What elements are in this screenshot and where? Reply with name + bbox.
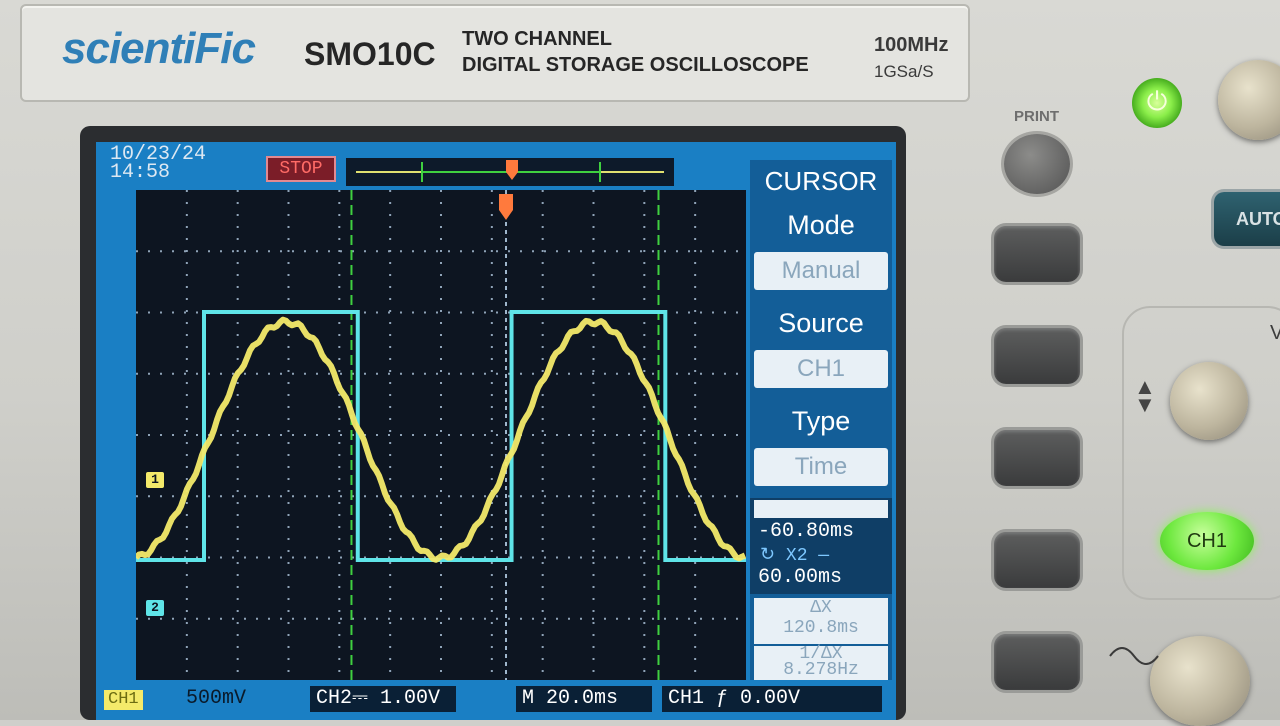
type-value[interactable]: Time bbox=[754, 448, 888, 486]
knob-icon: ↻ bbox=[760, 546, 786, 566]
timebase-value: 20.0ms bbox=[546, 687, 619, 710]
ch1-trace bbox=[136, 316, 746, 563]
menu-title: CURSOR bbox=[764, 166, 878, 196]
trigger-position-icon bbox=[499, 194, 513, 220]
menu-button-1[interactable] bbox=[994, 226, 1080, 282]
x2-row: ↻ X2 — bbox=[760, 544, 829, 566]
auto-button[interactable]: AUTO bbox=[1214, 192, 1280, 246]
delta-x-box: ΔX 120.8ms bbox=[754, 598, 888, 644]
type-header: Type bbox=[791, 406, 851, 436]
menu-button-4[interactable] bbox=[994, 532, 1080, 588]
timebase-status: M 20.0ms bbox=[516, 686, 652, 712]
menu-button-2[interactable] bbox=[994, 328, 1080, 384]
source-header: Source bbox=[778, 308, 864, 338]
delta-x-label: ΔX bbox=[810, 598, 832, 618]
ch2-status: CH2⎓ 1.00V bbox=[310, 686, 456, 712]
run-state-indicator: STOP bbox=[266, 156, 336, 182]
ch1-badge: CH1 bbox=[104, 690, 143, 710]
x2-value: 60.00ms bbox=[758, 566, 843, 589]
instrument-panel: scientiFic SMO10C TWO CHANNEL DIGITAL ST… bbox=[0, 0, 1280, 726]
date-time: 10/23/24 14:58 bbox=[110, 145, 206, 184]
menu-button-5[interactable] bbox=[994, 634, 1080, 690]
power-icon: ⏻ bbox=[1146, 86, 1168, 116]
status-bar: CH1 500mV CH2⎓ 1.00V M 20.0ms CH1 ƒ 0.00… bbox=[96, 682, 896, 720]
bandwidth-spec: 100MHz bbox=[874, 34, 949, 56]
oscilloscope-screen: 10/23/24 14:58 STOP 1 2 ◂ CURSOR Mode Ma… bbox=[96, 142, 896, 720]
vertical-position-knob[interactable] bbox=[1170, 362, 1248, 440]
model-number: SMO10C bbox=[304, 36, 436, 72]
label-plate: scientiFic SMO10C TWO CHANNEL DIGITAL ST… bbox=[20, 4, 970, 102]
timebase-label: M bbox=[522, 687, 535, 710]
position-arrows-icon: ▲ ▼ bbox=[1134, 374, 1156, 417]
ch1-scale: 500mV bbox=[186, 687, 247, 710]
cursor-menu: CURSOR Mode Manual Source CH1 Type Time … bbox=[750, 160, 892, 680]
ch2-trace bbox=[136, 310, 746, 562]
print-button[interactable] bbox=[1004, 134, 1070, 194]
sine-icon bbox=[1109, 647, 1159, 665]
x1-label-bar bbox=[754, 500, 888, 518]
channel2-offset-marker[interactable]: 2 bbox=[146, 600, 164, 616]
cursor-line-icon: — bbox=[807, 546, 830, 566]
memory-position-bar bbox=[346, 158, 674, 186]
time-readout: 14:58 bbox=[110, 161, 171, 184]
x2-label: X2 bbox=[785, 546, 808, 566]
x1-value: -60.80ms bbox=[758, 520, 855, 543]
volts-label: V bbox=[1270, 322, 1280, 344]
source-value[interactable]: CH1 bbox=[754, 350, 888, 388]
inverse-delta-box: 1/ΔX 8.278Hz bbox=[754, 645, 888, 680]
rising-edge-icon: ƒ bbox=[704, 687, 741, 710]
sample-rate-spec: 1GSa/S bbox=[874, 62, 934, 81]
trigger-level: 0.00V bbox=[740, 687, 801, 710]
ch1-button[interactable]: CH1 bbox=[1160, 512, 1254, 570]
memory-position-graphic bbox=[356, 160, 664, 182]
delta-x-value: 120.8ms bbox=[783, 618, 859, 638]
multipurpose-knob[interactable] bbox=[1218, 60, 1280, 140]
cursor-readout: -60.80ms ↻ X2 — 60.00ms bbox=[750, 498, 892, 594]
print-label: PRINT bbox=[1014, 108, 1059, 125]
trigger-status: CH1 ƒ 0.00V bbox=[662, 686, 882, 712]
mode-value[interactable]: Manual bbox=[754, 252, 888, 290]
ch2-scale: 1.00V bbox=[379, 687, 440, 710]
waveform-plot[interactable]: 1 2 ◂ bbox=[136, 190, 786, 680]
dc-coupling-icon: ⎓ bbox=[352, 687, 380, 710]
channel1-offset-marker[interactable]: 1 bbox=[146, 472, 164, 488]
waveform-canvas bbox=[136, 190, 746, 680]
device-description-line1: TWO CHANNEL bbox=[462, 28, 612, 50]
inverse-delta-value: 8.278Hz bbox=[783, 660, 859, 680]
ch2-label: CH2 bbox=[316, 687, 353, 710]
brand-logo: scientiFic bbox=[62, 24, 256, 73]
menu-button-3[interactable] bbox=[994, 430, 1080, 486]
device-description-line2: DIGITAL STORAGE OSCILLOSCOPE bbox=[462, 54, 809, 76]
trigger-source: CH1 bbox=[668, 687, 705, 710]
mode-header: Mode bbox=[787, 210, 855, 240]
